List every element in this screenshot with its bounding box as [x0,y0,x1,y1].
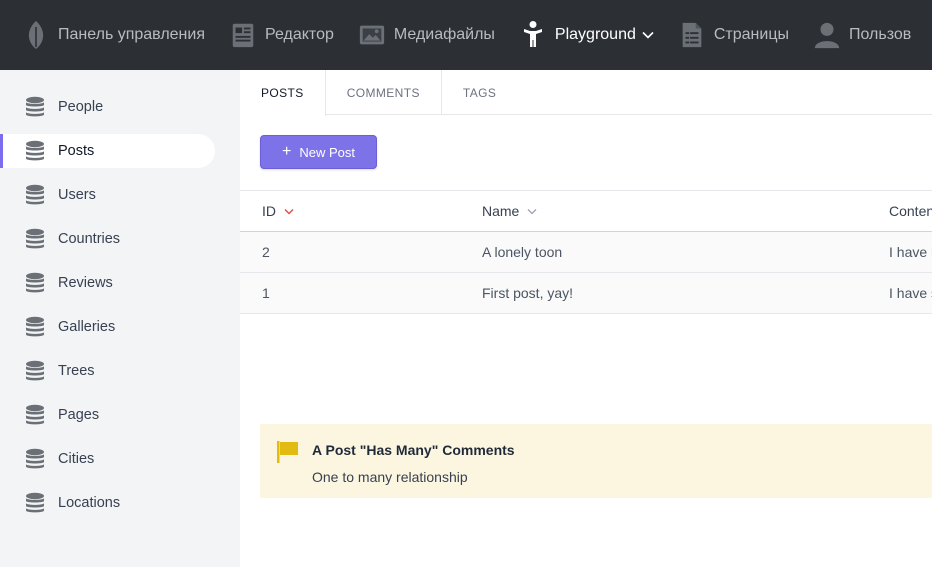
child-icon [519,19,547,51]
sort-icon [527,208,537,215]
sidebar-item-locations[interactable]: Locations [0,486,215,520]
database-icon [25,360,45,382]
tab-tags[interactable]: TAGS [442,70,517,115]
nav-item-label: Панель управления [58,26,205,43]
sidebar-item-label: Reviews [58,275,113,291]
nav-item-label: Пользов [849,26,912,43]
nav-item-users[interactable]: Пользов [791,0,913,70]
database-icon [25,448,45,470]
sidebar-item-users[interactable]: Users [0,178,215,212]
cell-id: 1 [262,285,270,301]
top-navigation: Панель управления Редактор Медиафайлы Pl… [0,0,932,70]
new-post-button[interactable]: + New Post [260,135,377,169]
sidebar-item-countries[interactable]: Countries [0,222,215,256]
note-title: A Post "Has Many" Comments [312,442,515,458]
nav-item-pages[interactable]: Страницы [656,0,791,70]
relationship-note: A Post "Has Many" Comments One to many r… [260,424,932,498]
sidebar-item-label: Cities [58,451,95,467]
sidebar-item-galleries[interactable]: Galleries [0,310,215,344]
sidebar-item-posts[interactable]: Posts [0,134,215,168]
sidebar: People Posts Users Countries Reviews Gal… [0,70,240,567]
sidebar-item-trees[interactable]: Trees [0,354,215,388]
cell-name: First post, yay! [482,285,574,301]
sidebar-item-label: Galleries [58,319,116,335]
column-header-content[interactable]: Conten [889,191,932,231]
sidebar-item-label: People [58,99,104,115]
document-icon [678,19,706,51]
column-header-label: Conten [889,203,932,219]
sidebar-item-people[interactable]: People [0,90,215,124]
database-icon [25,404,45,426]
database-icon [25,316,45,338]
new-post-label: New Post [299,144,355,160]
database-icon [25,96,45,118]
flag-icon [276,440,300,469]
sidebar-item-pages[interactable]: Pages [0,398,215,432]
sidebar-item-cities[interactable]: Cities [0,442,215,476]
database-icon [25,228,45,250]
main-content: POSTS COMMENTS TAGS + New Post ID Name C… [240,70,932,567]
column-header-label: ID [262,203,276,219]
sidebar-item-reviews[interactable]: Reviews [0,266,215,300]
table-header: ID Name Conten [240,190,932,232]
newspaper-icon [229,19,257,51]
column-header-label: Name [482,203,520,219]
image-icon [358,19,386,51]
tab-comments[interactable]: COMMENTS [326,70,442,115]
nav-item-label: Редактор [264,26,334,43]
cell-name: A lonely toon [482,244,563,260]
nav-item-media[interactable]: Медиафайлы [336,0,497,70]
nav-item-label: Медиафайлы [393,26,495,43]
leaf-icon [22,19,50,51]
column-header-name[interactable]: Name [482,191,537,231]
table-row[interactable]: 1 First post, yay! I have s [240,273,932,314]
sort-desc-icon [284,208,294,215]
column-header-id[interactable]: ID [262,191,294,231]
database-icon [25,492,45,514]
nav-item-playground[interactable]: Playground [497,0,656,70]
table-row[interactable]: 2 A lonely toon I have r [240,232,932,273]
tab-bar: POSTS COMMENTS TAGS [240,70,932,116]
cell-id: 2 [262,244,270,260]
sidebar-item-label: Locations [58,495,121,511]
note-subtitle: One to many relationship [312,469,468,485]
sidebar-item-label: Trees [58,363,95,379]
sidebar-item-label: Posts [58,143,95,159]
sidebar-item-label: Countries [58,231,121,247]
sidebar-item-label: Users [58,187,96,203]
database-icon [25,272,45,294]
database-icon [25,140,45,162]
nav-item-label: Playground [554,26,636,43]
cell-content: I have r [889,244,932,260]
tab-posts[interactable]: POSTS [240,70,326,116]
posts-table: ID Name Conten 2 A lonely toon I have r … [240,190,932,314]
nav-item-label: Страницы [713,26,789,43]
user-icon [813,19,841,51]
chevron-down-icon [642,26,654,44]
database-icon [25,184,45,206]
sidebar-item-label: Pages [58,407,100,423]
plus-icon: + [282,143,292,160]
nav-item-dashboard[interactable]: Панель управления [0,0,207,70]
nav-item-editor[interactable]: Редактор [207,0,336,70]
cell-content: I have s [889,285,932,301]
